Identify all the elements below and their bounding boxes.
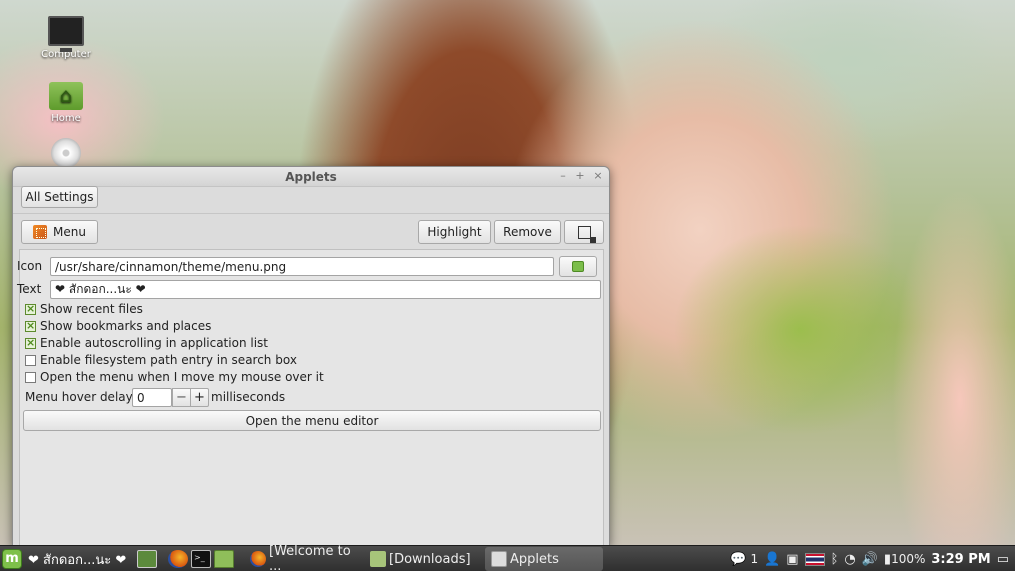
checkbox-row-filesystem-path[interactable]: Enable filesystem path entry in search b… [25,353,297,367]
desktop-icon-home[interactable]: Home [26,82,106,124]
applet-menu-label: Menu [53,225,86,239]
hover-delay-increment-button[interactable]: + [190,388,209,407]
minimize-button[interactable]: – [556,169,570,183]
notifications-tray[interactable]: 💬 1 [730,552,758,567]
icon-picker-button[interactable] [559,256,597,277]
thai-flag-icon [804,552,825,566]
bookmarks-checkbox[interactable] [25,319,36,333]
hover-delay-unit: milliseconds [211,390,286,404]
hover-delay-input[interactable] [132,388,172,407]
icon-path-input[interactable] [50,257,554,276]
firefox-icon [250,551,266,567]
user-icon[interactable]: 👤 [764,552,780,567]
taskbar: m ❤ สักดอก...นะ ❤ [Welcome to ... [Downl… [0,544,1015,571]
clipboard-icon[interactable]: ▣ [786,552,798,567]
workspace-switcher-icon[interactable]: ▭ [997,552,1009,567]
files-launcher-icon[interactable] [214,550,234,568]
image-icon [572,261,584,272]
firefox-launcher-icon[interactable] [168,550,188,568]
open-menu-editor-button[interactable]: Open the menu editor [23,410,601,431]
configure-icon [577,225,596,243]
window-title: Applets [285,170,337,184]
text-label: Text [17,282,42,296]
clock[interactable]: 3:29 PM [931,552,990,567]
settings-window-icon [491,551,507,567]
chat-bubble-icon: 💬 [730,551,747,567]
battery-percent: 100% [891,552,926,566]
disc-icon [51,138,81,168]
task-applets[interactable]: Applets [485,547,603,571]
battery-icon: ▮ [883,551,892,567]
computer-icon [48,16,84,52]
remove-button[interactable]: Remove [494,220,561,244]
autoscroll-checkbox[interactable] [25,336,36,350]
task-welcome[interactable]: [Welcome to ... [244,544,362,571]
battery-tray[interactable]: ▮ 100% [884,552,925,567]
hover-delay-decrement-button[interactable]: − [172,388,191,407]
home-folder-icon [49,82,83,110]
checkbox-row-hover-open[interactable]: Open the menu when I move my mouse over … [25,370,324,384]
filesystem-path-label: Enable filesystem path entry in search b… [40,353,297,367]
maximize-button[interactable]: + [573,169,587,183]
filesystem-path-checkbox[interactable] [25,354,36,366]
keyboard-layout-tray[interactable] [804,552,825,566]
checkbox-row-recent-files[interactable]: Show recent files [25,302,143,316]
menu-applet-icon [33,225,48,239]
applet-menu-button[interactable]: Menu [21,220,98,244]
configure-button[interactable] [564,220,604,244]
mint-logo-icon: m [2,549,22,569]
hover-open-label: Open the menu when I move my mouse over … [40,370,324,384]
all-settings-button[interactable]: All Settings [21,186,98,208]
volume-icon[interactable]: 🔊 [862,552,878,567]
taskbar-menu-button[interactable]: m ❤ สักดอก...นะ ❤ [2,546,126,571]
icon-label: Icon [17,259,43,273]
hover-delay-label: Menu hover delay: [25,390,136,404]
checkbox-row-autoscroll[interactable]: Enable autoscrolling in application list [25,336,268,350]
taskbar-menu-label: ❤ สักดอก...นะ ❤ [28,552,127,568]
notification-count: 1 [750,552,759,566]
show-desktop-icon[interactable] [137,550,157,568]
bookmarks-label: Show bookmarks and places [40,319,212,333]
hover-open-checkbox[interactable] [25,371,36,383]
wifi-icon[interactable]: ◔ [844,552,855,567]
toolbar-divider [13,213,609,214]
desktop-icon-label: Home [51,113,81,124]
system-tray: 💬 1 👤 ▣ ᛒ ◔ 🔊 ▮ 100% 3:29 PM ▭ [730,546,1015,571]
menu-text-input[interactable] [50,280,601,299]
task-label: [Welcome to ... [269,544,351,571]
highlight-button[interactable]: Highlight [418,220,491,244]
task-label: Applets [510,551,559,567]
bluetooth-icon[interactable]: ᛒ [831,552,839,567]
checkbox-row-bookmarks[interactable]: Show bookmarks and places [25,319,211,333]
applets-window: Applets – + × All Settings Menu Highligh… [12,166,610,546]
task-label: [Downloads] [389,551,471,567]
close-button[interactable]: × [591,169,605,183]
folder-icon [370,551,386,567]
task-downloads[interactable]: [Downloads] [364,547,482,571]
recent-files-label: Show recent files [40,302,143,316]
autoscroll-label: Enable autoscrolling in application list [40,336,268,350]
window-titlebar[interactable]: Applets – + × [13,167,609,187]
desktop-icon-computer[interactable]: Computer [26,16,106,60]
terminal-launcher-icon[interactable] [191,550,211,568]
recent-files-checkbox[interactable] [25,302,36,316]
